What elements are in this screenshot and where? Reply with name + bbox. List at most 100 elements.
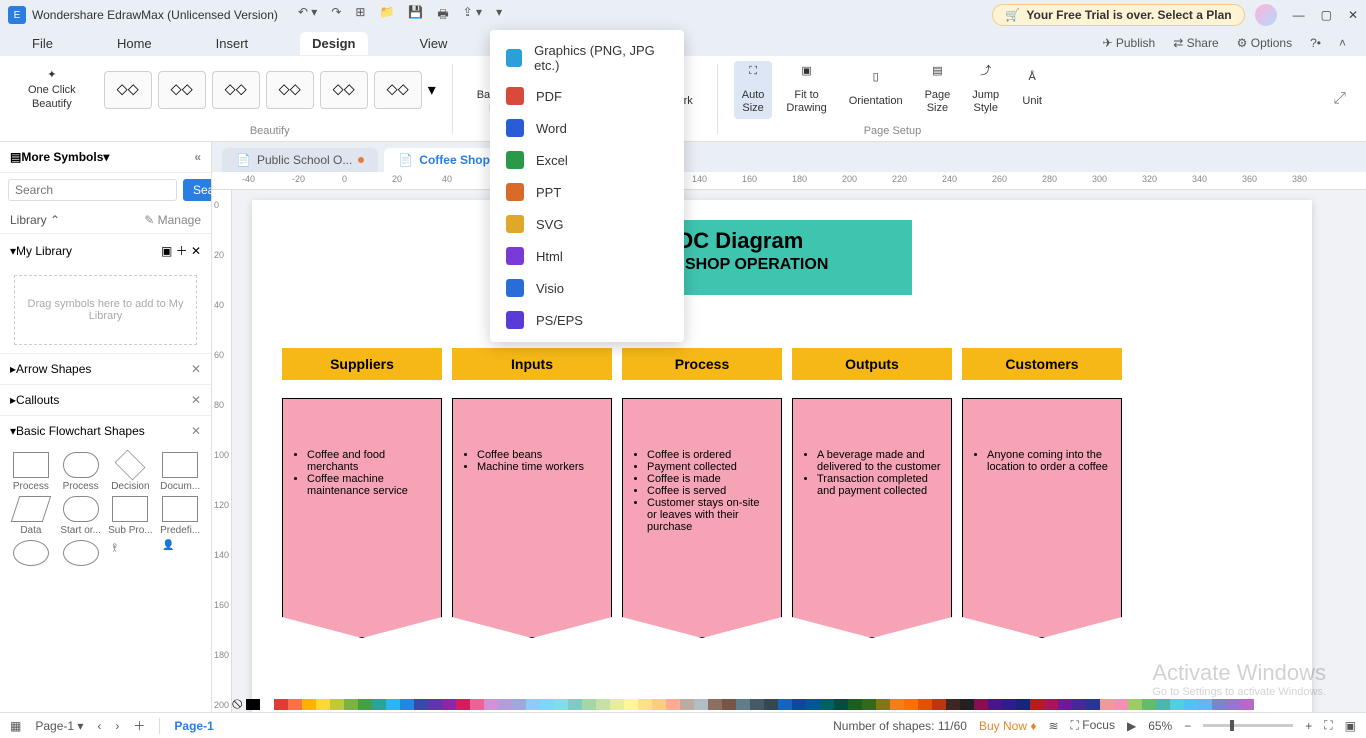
open-icon[interactable]: 📁 [379, 5, 394, 26]
auto-size-button[interactable]: ⛶Auto Size [734, 61, 773, 119]
color-swatch[interactable] [1044, 699, 1058, 710]
color-swatch[interactable] [862, 699, 876, 710]
color-swatch[interactable] [1128, 699, 1142, 710]
column-header[interactable]: Customers [962, 348, 1122, 380]
page[interactable]: SIPOC Diagram COFFEE SHOP OPERATION Supp… [252, 200, 1312, 712]
orientation-button[interactable]: ▯Orientation [841, 67, 911, 112]
export-item[interactable]: SVG [490, 208, 684, 240]
doc-tab[interactable]: 📄 Public School O... [222, 148, 378, 172]
theme-gallery[interactable]: ⬦⬦ ⬦⬦ ⬦⬦ ⬦⬦ ⬦⬦ ⬦⬦ ▾ [104, 60, 436, 120]
section-arrow[interactable]: ▸ Arrow Shapes✕ [0, 353, 211, 384]
layout-icon[interactable]: ▦ [10, 719, 21, 733]
no-fill-icon[interactable]: ⦸ [232, 695, 242, 713]
options-button[interactable]: ⚙ Options [1237, 36, 1292, 50]
color-swatch[interactable] [806, 699, 820, 710]
export-item[interactable]: PDF [490, 80, 684, 112]
add-page-icon[interactable]: ＋ [133, 717, 145, 734]
theme-thumb[interactable]: ⬦⬦ [266, 71, 314, 109]
tab-design[interactable]: Design [300, 32, 367, 55]
drop-zone[interactable]: Drag symbols here to add to My Library [14, 275, 197, 345]
color-swatch[interactable] [1100, 699, 1114, 710]
color-swatch[interactable] [400, 699, 414, 710]
color-swatch[interactable] [750, 699, 764, 710]
search-input[interactable] [8, 179, 177, 201]
color-swatch[interactable] [988, 699, 1002, 710]
color-swatch[interactable] [498, 699, 512, 710]
fullscreen-icon[interactable]: ▣ [1345, 719, 1356, 733]
gallery-more-icon[interactable]: ▾ [428, 80, 436, 100]
fit-page-icon[interactable]: ⛶ [1324, 718, 1332, 733]
shape-item[interactable]: Start or... [58, 496, 104, 536]
ribbon-expand-icon[interactable]: ⤢ [1333, 90, 1356, 108]
unit-button[interactable]: ÅUnit [1013, 67, 1051, 112]
color-swatch[interactable] [610, 699, 624, 710]
color-swatch[interactable] [890, 699, 904, 710]
color-swatch[interactable] [596, 699, 610, 710]
color-swatch[interactable] [1184, 699, 1198, 710]
manage-link[interactable]: ✎ Manage [144, 213, 201, 227]
color-swatch[interactable] [1226, 699, 1240, 710]
color-swatch[interactable] [932, 699, 946, 710]
color-swatch[interactable] [736, 699, 750, 710]
color-swatch[interactable] [1212, 699, 1226, 710]
export-item[interactable]: PPT [490, 176, 684, 208]
color-swatch[interactable] [1156, 699, 1170, 710]
color-swatch[interactable] [554, 699, 568, 710]
color-swatch[interactable] [904, 699, 918, 710]
color-swatch[interactable] [1016, 699, 1030, 710]
shape-item[interactable]: 𖨆 [108, 540, 154, 569]
redo-icon[interactable]: ↷ [331, 5, 341, 26]
theme-thumb[interactable]: ⬦⬦ [374, 71, 422, 109]
publish-button[interactable]: ✈ Publish [1102, 36, 1155, 50]
color-swatch[interactable] [666, 699, 680, 710]
color-swatch[interactable] [372, 699, 386, 710]
minimize-button[interactable]: — [1293, 8, 1305, 22]
export-item[interactable]: Graphics (PNG, JPG etc.) [490, 36, 684, 80]
color-swatch[interactable] [428, 699, 442, 710]
shape-item[interactable]: Predefi... [157, 496, 203, 536]
shape-item[interactable]: Process [58, 452, 104, 492]
color-swatch[interactable] [1142, 699, 1156, 710]
theme-thumb[interactable]: ⬦⬦ [158, 71, 206, 109]
trial-banner[interactable]: 🛒 Your Free Trial is over. Select a Plan [992, 4, 1244, 26]
tab-insert[interactable]: Insert [204, 32, 261, 55]
fit-drawing-button[interactable]: ▣Fit to Drawing [778, 61, 834, 119]
zoom-slider[interactable] [1203, 724, 1293, 727]
tab-view[interactable]: View [408, 32, 460, 55]
color-swatch[interactable] [302, 699, 316, 710]
color-swatch[interactable] [274, 699, 288, 710]
color-swatch[interactable] [792, 699, 806, 710]
column-body[interactable]: Anyone coming into the location to order… [962, 398, 1122, 638]
export-item[interactable]: Visio [490, 272, 684, 304]
shape-item[interactable]: 👤 [157, 540, 203, 569]
color-swatch[interactable] [876, 699, 890, 710]
shape-item[interactable]: Docum... [157, 452, 203, 492]
color-swatch[interactable] [484, 699, 498, 710]
column-header[interactable]: Outputs [792, 348, 952, 380]
color-swatch[interactable] [946, 699, 960, 710]
shape-item[interactable]: Decision [108, 452, 154, 492]
color-swatch[interactable] [246, 699, 260, 710]
export-item[interactable]: Word [490, 112, 684, 144]
color-swatch[interactable] [456, 699, 470, 710]
color-swatch[interactable] [568, 699, 582, 710]
color-swatch[interactable] [624, 699, 638, 710]
color-swatch[interactable] [526, 699, 540, 710]
section-mylibrary[interactable]: ▾ My Library▣ ＋ ✕ [0, 233, 211, 267]
collapse-sidebar-icon[interactable]: « [194, 150, 201, 164]
color-swatch[interactable] [918, 699, 932, 710]
color-swatch[interactable] [1072, 699, 1086, 710]
export-item[interactable]: PS/EPS [490, 304, 684, 336]
color-swatch[interactable] [1058, 699, 1072, 710]
column-header[interactable]: Suppliers [282, 348, 442, 380]
library-link[interactable]: Library ⌃ [10, 213, 60, 227]
color-swatch[interactable] [1170, 699, 1184, 710]
page-tab[interactable]: Page-1 [174, 719, 213, 733]
shape-item[interactable]: Sub Pro... [108, 496, 154, 536]
section-flowchart[interactable]: ▾ Basic Flowchart Shapes✕ [0, 415, 211, 446]
tab-home[interactable]: Home [105, 32, 164, 55]
jump-style-button[interactable]: ⤴Jump Style [964, 61, 1007, 119]
undo-icon[interactable]: ↶ ▾ [298, 5, 317, 26]
focus-toggle[interactable]: ⛶ Focus [1071, 718, 1115, 733]
color-swatch[interactable] [708, 699, 722, 710]
